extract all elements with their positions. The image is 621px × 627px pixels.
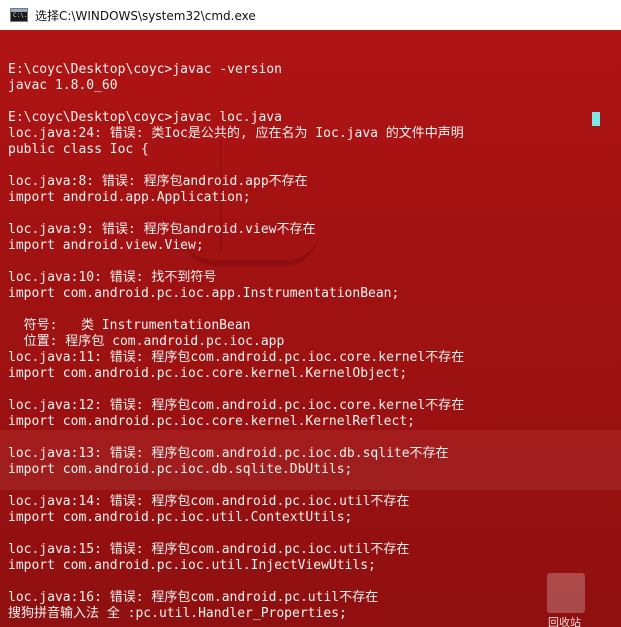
cmd-window: C:\. 选择C:\WINDOWS\system32\cmd.exe E:\co…	[0, 0, 621, 627]
console-line: loc.java:12: 错误: 程序包com.android.pc.ioc.c…	[8, 398, 465, 413]
window-title: 选择C:\WINDOWS\system32\cmd.exe	[35, 8, 256, 23]
recycle-bin-icon[interactable]	[547, 573, 585, 613]
console-output[interactable]: E:\coyc\Desktop\coyc>javac -version javac…	[0, 30, 621, 627]
console-line: import com.android.pc.ioc.util.InjectVie…	[8, 558, 376, 573]
console-line: loc.java:9: 错误: 程序包android.view不存在	[8, 222, 316, 237]
console-line: loc.java:15: 错误: 程序包com.android.pc.ioc.u…	[8, 542, 410, 557]
console-line: javac 1.8.0_60	[8, 78, 118, 93]
cmd-icon-text: C:\.	[13, 12, 28, 19]
cmd-icon[interactable]: C:\.	[10, 8, 28, 22]
console-line: import com.android.pc.ioc.util.ContextUt…	[8, 510, 353, 525]
console-line: import com.android.pc.ioc.app.Instrument…	[8, 286, 400, 301]
console-line: loc.java:8: 错误: 程序包android.app不存在	[8, 174, 308, 189]
console-line: E:\coyc\Desktop\coyc>javac -version	[8, 62, 282, 77]
console-line: loc.java:14: 错误: 程序包com.android.pc.ioc.u…	[8, 494, 410, 509]
console-line: 符号: 类 InstrumentationBean	[8, 318, 251, 333]
console-line: 位置: 程序包 com.android.pc.ioc.app	[8, 334, 285, 349]
console-line: loc.java:16: 错误: 程序包com.android.pc.util不…	[8, 590, 379, 605]
console-line: import com.android.pc.ioc.core.kernel.Ke…	[8, 414, 415, 429]
console-line: E:\coyc\Desktop\coyc>javac loc.java	[8, 110, 282, 125]
console-line: 搜狗拼音输入法 全 :pc.util.Handler_Properties;	[8, 606, 347, 621]
recycle-bin-label[interactable]: 回收站	[548, 614, 581, 627]
console-line: public class Ioc {	[8, 142, 149, 157]
console-line: import android.view.View;	[8, 238, 204, 253]
console-line: loc.java:24: 错误: 类Ioc是公共的, 应在名为 Ioc.java…	[8, 126, 464, 141]
text-cursor	[592, 112, 600, 126]
console-line: loc.java:10: 错误: 找不到符号	[8, 270, 217, 285]
console-line: import android.app.Application;	[8, 190, 251, 205]
console-line: loc.java:11: 错误: 程序包com.android.pc.ioc.c…	[8, 350, 465, 365]
console-line: import com.android.pc.ioc.core.kernel.Ke…	[8, 366, 408, 381]
console-line: loc.java:13: 错误: 程序包com.android.pc.ioc.d…	[8, 446, 449, 461]
title-bar[interactable]: C:\. 选择C:\WINDOWS\system32\cmd.exe	[0, 0, 621, 30]
console-line: import com.android.pc.ioc.db.sqlite.DbUt…	[8, 462, 353, 477]
